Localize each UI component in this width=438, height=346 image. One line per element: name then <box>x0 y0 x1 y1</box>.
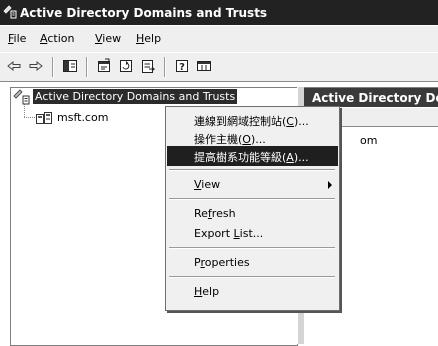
label-prefix: 操作主機( <box>194 133 243 146</box>
label-suffix: )... <box>293 151 309 164</box>
toolbar-separator <box>164 57 166 77</box>
label-suffix: iew <box>201 178 221 191</box>
back-icon[interactable] <box>6 58 22 74</box>
tree-connector <box>24 104 25 117</box>
help-icon[interactable]: ? <box>174 58 190 74</box>
menu-item-operations-masters[interactable]: 操作主機(O)... <box>167 128 338 148</box>
menu-item-raise-forest-level[interactable]: 提高樹系功能等級(A)... <box>167 146 338 166</box>
label-prefix: 連線到網域控制站( <box>194 115 287 128</box>
menu-item-view[interactable]: View <box>167 175 338 195</box>
ad-domains-icon <box>13 89 31 105</box>
show-hide-tree-icon[interactable] <box>62 58 78 74</box>
title-bar: Active Directory Domains and Trusts <box>0 0 438 25</box>
tree-connector <box>24 117 35 118</box>
label-suffix: ist... <box>239 227 264 240</box>
properties-icon[interactable] <box>96 58 112 74</box>
console-icon[interactable] <box>196 58 212 74</box>
svg-text:?: ? <box>179 62 185 73</box>
menu-item-export-list[interactable]: Export List... <box>167 224 338 244</box>
tree-node-label: msft.com <box>57 111 109 124</box>
menu-item-label: Refresh <box>194 207 236 220</box>
menu-separator <box>169 169 335 171</box>
menu-item-properties[interactable]: Properties <box>167 253 338 273</box>
label-prefix: Export <box>194 227 234 240</box>
details-pane-title: Active Directory Don <box>312 91 438 105</box>
menu-separator <box>169 247 335 249</box>
menu-item-label: 操作主機(O)... <box>194 131 266 147</box>
menu-item-label: Properties <box>194 256 250 269</box>
menu-help-rest: elp <box>144 32 162 45</box>
window-title: Active Directory Domains and Trusts <box>20 6 268 20</box>
menu-help[interactable]: Help <box>136 32 161 45</box>
menu-item-label: View <box>194 178 220 191</box>
label-suffix: resh <box>211 207 236 220</box>
ad-domains-icon[interactable] <box>3 5 17 19</box>
export-list-icon[interactable] <box>140 58 156 74</box>
menu-separator <box>169 198 335 200</box>
menu-view[interactable]: View <box>95 32 121 45</box>
menu-action-rest: ction <box>47 32 75 45</box>
details-item-text[interactable]: om <box>360 134 377 147</box>
label-prefix: 提高樹系功能等級( <box>194 151 287 164</box>
menu-action[interactable]: Action <box>40 32 74 45</box>
menu-item-refresh[interactable]: Refresh <box>167 204 338 224</box>
menu-separator <box>169 276 335 278</box>
toolbar: ? <box>0 52 438 82</box>
submenu-arrow-icon <box>328 181 332 189</box>
context-menu: 連線到網域控制站(C)... 操作主機(O)... 提高樹系功能等級(A)...… <box>165 106 340 311</box>
forward-icon[interactable] <box>28 58 44 74</box>
label-suffix: elp <box>202 285 220 298</box>
menu-file[interactable]: File <box>8 32 26 45</box>
menu-item-label: Export List... <box>194 227 263 240</box>
menu-item-label: 連線到網域控制站(C)... <box>194 113 309 129</box>
menu-item-label: 提高樹系功能等級(A)... <box>194 149 309 165</box>
refresh-icon[interactable] <box>118 58 134 74</box>
label-prefix: Re <box>194 207 208 220</box>
label-mnemonic: O <box>242 133 251 146</box>
menu-item-help[interactable]: Help <box>167 282 338 302</box>
toolbar-separator <box>86 57 88 77</box>
label-mnemonic: A <box>286 151 294 164</box>
menu-bar: File Action View Help <box>0 25 438 53</box>
label-suffix: operties <box>204 256 250 269</box>
domain-icon <box>35 110 53 126</box>
label-mnemonic: C <box>286 115 294 128</box>
menu-item-connect-dc[interactable]: 連線到網域控制站(C)... <box>167 110 338 130</box>
toolbar-separator <box>52 57 54 77</box>
menu-file-rest: ile <box>13 32 27 45</box>
menu-view-rest: iew <box>102 32 122 45</box>
tree-root-label: Active Directory Domains and Trusts <box>33 89 238 104</box>
menu-item-label: Help <box>194 285 219 298</box>
label-suffix: )... <box>250 133 266 146</box>
label-suffix: )... <box>293 115 309 128</box>
details-pane-header: Active Directory Don <box>304 88 438 107</box>
